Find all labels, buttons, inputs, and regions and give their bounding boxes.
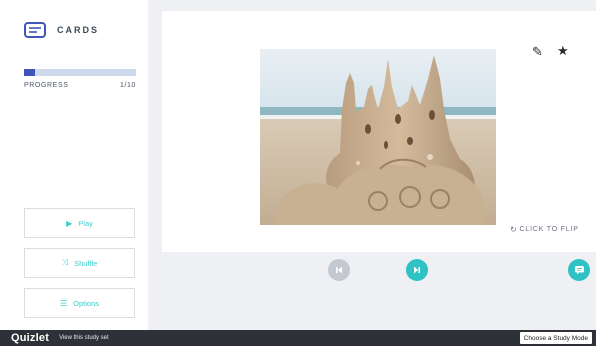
mode-title: CARDS [57, 25, 100, 35]
mode-header: CARDS [24, 18, 99, 42]
play-button[interactable]: ▶ Play [24, 208, 135, 238]
shuffle-button[interactable]: ⤨ Shuffle [24, 248, 135, 278]
progress-count: 1/10 [119, 82, 136, 89]
next-card-button[interactable] [406, 259, 428, 281]
star-icon[interactable]: ★ [557, 43, 569, 59]
flashcard[interactable]: ✎ ★ ↻ CLICK TO FLIP [162, 11, 596, 252]
progress-bar [24, 69, 136, 76]
sandcastle-image [260, 49, 496, 225]
play-label: Play [78, 218, 93, 228]
previous-card-button[interactable] [328, 259, 350, 281]
arrow-left-icon [336, 266, 342, 274]
cards-icon [24, 22, 46, 38]
progress-fill [24, 69, 36, 76]
main-area: ✎ ★ ↻ CLICK TO FLIP [148, 0, 596, 330]
options-label: Options [73, 298, 100, 308]
footer-bar: Quizlet View this study set Choose a Stu… [0, 330, 596, 346]
choose-study-mode-button[interactable]: Choose a Study Mode [519, 332, 592, 344]
play-icon: ▶ [66, 218, 73, 228]
chat-icon [574, 266, 584, 275]
shuffle-icon: ⤨ [61, 258, 69, 267]
options-icon: ☰ [59, 298, 68, 308]
click-to-flip[interactable]: ↻ CLICK TO FLIP [510, 225, 579, 234]
quizlet-logo[interactable]: Quizlet [11, 332, 49, 344]
feedback-button[interactable] [568, 259, 590, 281]
flip-label: CLICK TO FLIP [519, 226, 579, 233]
view-study-set-link[interactable]: View this study set [59, 335, 109, 341]
sidebar: CARDS PROGRESS 1/10 ▶ Play ⤨ Shuffle ☰ O… [0, 0, 148, 330]
options-button[interactable]: ☰ Options [24, 288, 135, 318]
shuffle-label: Shuffle [74, 258, 98, 268]
progress-row: PROGRESS 1/10 [24, 82, 136, 89]
edit-icon[interactable]: ✎ [532, 44, 543, 60]
flip-icon: ↻ [510, 225, 518, 234]
arrow-right-icon [414, 266, 420, 274]
progress-label: PROGRESS [24, 82, 69, 89]
